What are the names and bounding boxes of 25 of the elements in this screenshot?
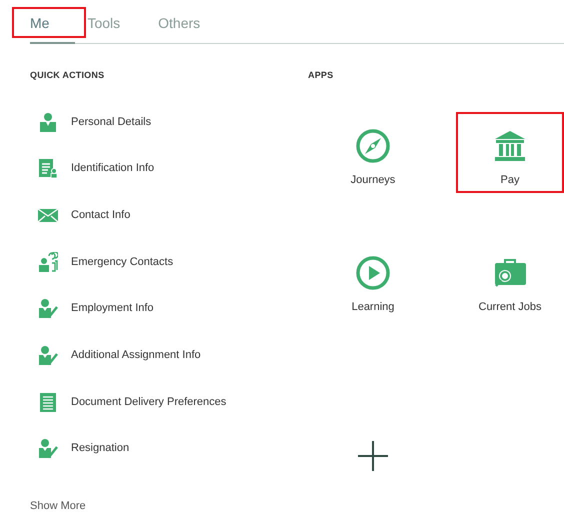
quick-action-link[interactable]: Identification Info [71, 162, 154, 174]
quick-action-link[interactable]: Contact Info [71, 208, 130, 221]
quick-action-link[interactable]: Employment Info [71, 302, 154, 314]
show-more-link[interactable]: Show More [30, 500, 86, 512]
id-card-icon [38, 158, 58, 178]
quick-action-link[interactable]: Document Delivery Preferences [71, 396, 226, 408]
app-tile[interactable]: Current Jobs [456, 238, 564, 320]
app-tile[interactable]: Learning [308, 238, 438, 320]
document-icon [38, 392, 58, 412]
app-tile[interactable]: Journeys [308, 112, 438, 192]
play-icon [355, 254, 391, 290]
people-icon [38, 252, 58, 272]
person-icon [38, 112, 58, 132]
person-edit-icon [38, 344, 58, 365]
quick-action-link[interactable]: Additional Assignment Info [71, 348, 201, 361]
section-heading: APPS [308, 70, 334, 80]
person-edit-icon [38, 438, 58, 458]
tab[interactable]: Me [30, 15, 76, 44]
compass-icon [355, 128, 391, 164]
app-tile[interactable]: Pay [456, 112, 564, 192]
person-edit-icon [38, 298, 58, 318]
quick-action-link[interactable]: Resignation [71, 442, 130, 454]
quick-action-link[interactable]: Emergency Contacts [71, 256, 174, 268]
section-heading: QUICK ACTIONS [30, 70, 104, 80]
quick-action-link[interactable]: Personal Details [71, 116, 152, 128]
